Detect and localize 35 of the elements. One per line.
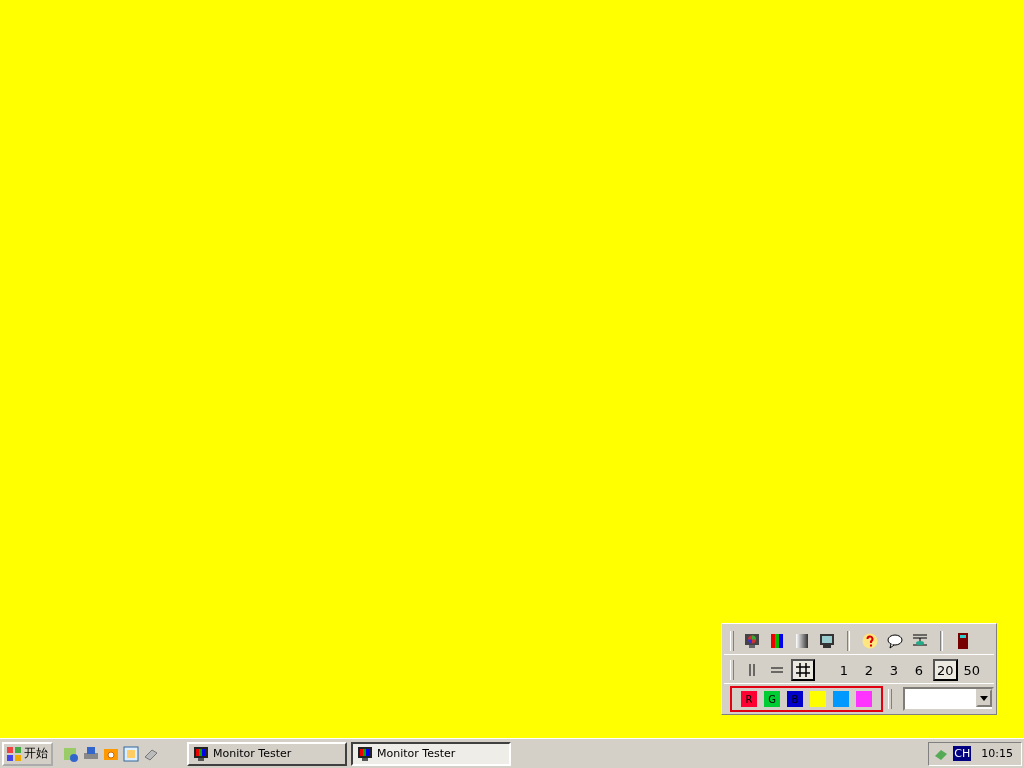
spacing-button[interactable]: 1: [833, 659, 855, 681]
color-bars-icon: [769, 633, 785, 649]
door-icon: [957, 633, 969, 649]
monitor-icon: [193, 745, 209, 762]
language-indicator[interactable]: CH: [953, 746, 972, 761]
spacing-button[interactable]: 3: [883, 659, 905, 681]
network-icon: [912, 633, 928, 649]
printer-icon[interactable]: [83, 745, 99, 762]
gradient-icon: [794, 633, 810, 649]
speech-bubble-icon: [887, 633, 903, 649]
spacing-button[interactable]: 20: [933, 659, 958, 681]
spacing-button[interactable]: 50: [960, 659, 984, 681]
grid-icon: [795, 662, 811, 678]
help-icon: [862, 633, 878, 649]
spacing-button[interactable]: 6: [908, 659, 930, 681]
monitor-icon: [819, 633, 835, 649]
start-button[interactable]: 开始: [2, 741, 53, 766]
caret-icon: [980, 695, 988, 701]
color-swatch[interactable]: [856, 691, 872, 707]
color-swatch[interactable]: [833, 691, 849, 707]
color-monitor-icon: [744, 633, 760, 649]
line-mode-button[interactable]: [791, 659, 815, 681]
spacing-button[interactable]: 2: [858, 659, 880, 681]
picture-icon[interactable]: [123, 745, 139, 762]
color-swatch[interactable]: R: [741, 691, 757, 707]
taskbar-task-button[interactable]: Monitor Tester: [351, 741, 511, 766]
color-swatch[interactable]: [810, 691, 826, 707]
dropdown-arrow-button[interactable]: [976, 689, 992, 707]
windows-logo-icon: [7, 746, 21, 761]
monitor-icon: [357, 745, 373, 762]
color-swatch[interactable]: G: [764, 691, 780, 707]
dropdown-field[interactable]: [902, 687, 994, 711]
clock: 10:15: [981, 747, 1013, 760]
taskbar-task-button[interactable]: Monitor Tester: [187, 741, 347, 766]
quick-launch-icon[interactable]: [63, 745, 79, 762]
